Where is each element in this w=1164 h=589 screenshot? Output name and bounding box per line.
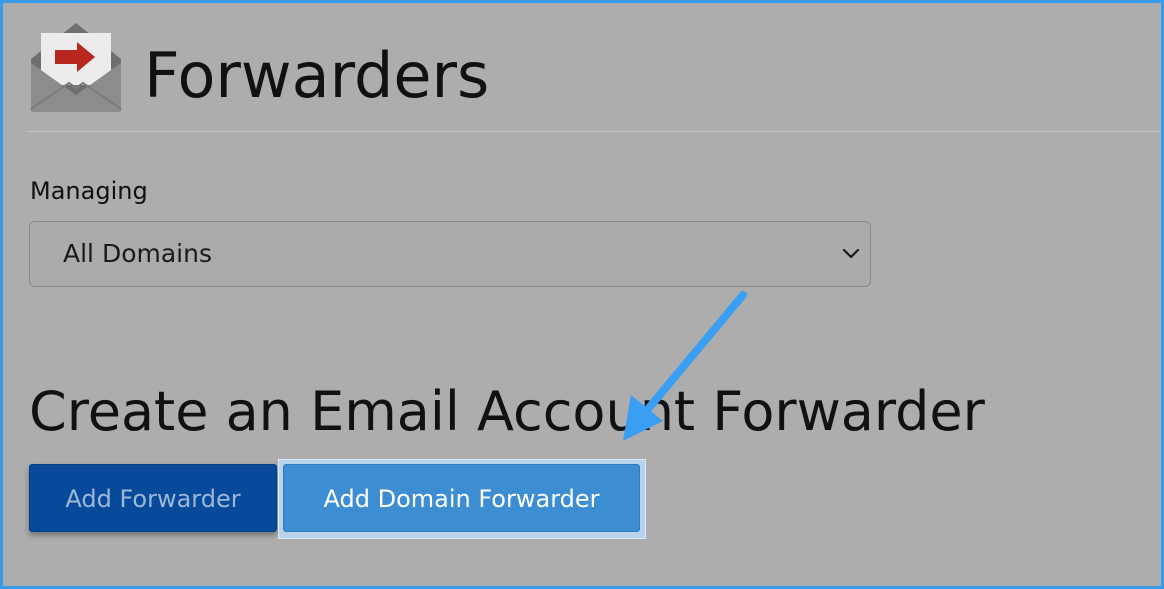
header-divider: [27, 131, 1161, 132]
domain-select[interactable]: All Domains: [29, 221, 871, 287]
email-forward-icon: [30, 23, 122, 112]
chevron-down-icon: [842, 248, 860, 259]
domain-select-value: All Domains: [63, 239, 212, 268]
page-title: Forwarders: [144, 39, 490, 112]
add-domain-forwarder-button[interactable]: Add Domain Forwarder: [283, 464, 640, 532]
add-forwarder-button[interactable]: Add Forwarder: [29, 464, 277, 532]
managing-label: Managing: [30, 177, 148, 205]
section-title: Create an Email Account Forwarder: [29, 380, 985, 443]
arrow-pointer-icon: [623, 291, 747, 441]
page-header: Forwarders: [27, 17, 1161, 117]
screenshot-frame: Forwarders Managing All Domains Create a…: [0, 0, 1164, 589]
